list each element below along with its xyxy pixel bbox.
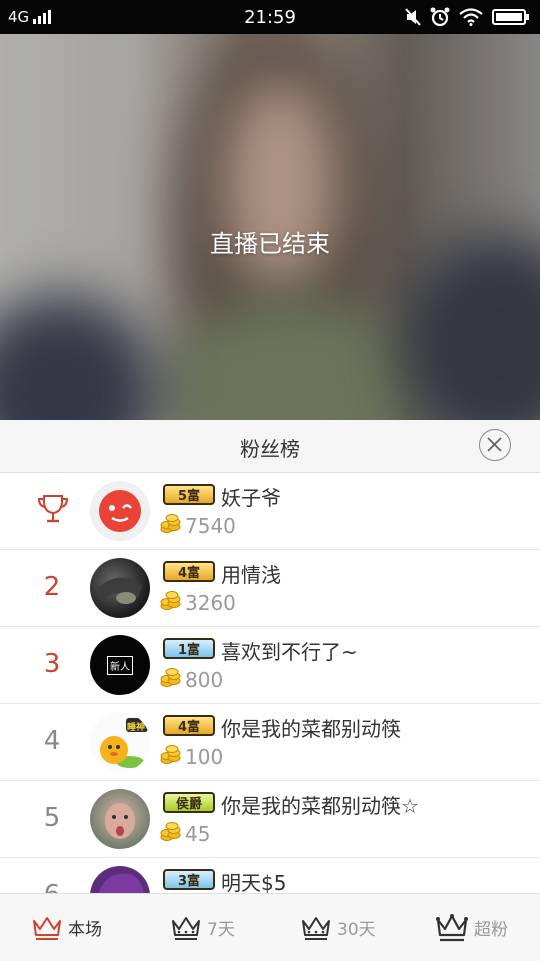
bottom-tab-bar: 本场 7天 30天 超粉 <box>0 893 540 961</box>
list-item[interactable]: 2 4富 用情浅 3260 <box>0 550 540 627</box>
rank-number: 4 <box>43 726 61 756</box>
live-video-area: 直播已结束 <box>0 34 540 420</box>
coin-count: 7540 <box>185 514 236 538</box>
panel-title: 粉丝榜 <box>240 437 300 461</box>
avatar[interactable] <box>90 866 150 893</box>
avatar-text: 睡神 <box>127 723 146 733</box>
coin-count: 45 <box>185 822 211 846</box>
wifi-icon <box>459 8 483 26</box>
crown-icon <box>172 916 200 940</box>
avatar[interactable] <box>90 558 150 618</box>
list-item[interactable]: 5 侯爵 你是我的菜都别动筷☆ 45 <box>0 781 540 858</box>
crown-icon <box>436 913 468 941</box>
close-button[interactable] <box>479 429 511 461</box>
username: 用情浅 <box>221 563 281 587</box>
tab-this-session[interactable]: 本场 <box>32 894 102 961</box>
tab-30-days[interactable]: 30天 <box>301 894 376 961</box>
coin-icon <box>160 668 181 687</box>
list-item[interactable]: 4 睡神 4富 你是我的菜都别动筷 100 <box>0 704 540 781</box>
trophy-icon <box>38 495 68 523</box>
rank-title-badge: 侯爵 <box>163 792 215 813</box>
wink-face-avatar <box>99 490 141 532</box>
wealth-badge: 4富 <box>163 561 215 582</box>
fans-ranking-list: 5富 妖子爷 7540 2 4富 用情浅 3260 3 新人 1富 喜欢到不行了… <box>0 473 540 893</box>
coin-icon <box>160 745 181 764</box>
wealth-badge: 1富 <box>163 638 215 659</box>
coin-count: 3260 <box>185 591 236 615</box>
coin-icon <box>160 514 181 533</box>
avatar-text: 新人 <box>107 655 133 675</box>
wealth-badge: 5富 <box>163 484 215 505</box>
list-item[interactable]: 6 3富 明天$5 <box>0 858 540 893</box>
alarm-icon <box>430 7 450 27</box>
rank-number: 5 <box>43 803 61 833</box>
rank-number: 2 <box>43 572 61 602</box>
fans-ranking-header: 粉丝榜 <box>0 420 540 473</box>
cartoon-avatar <box>98 873 144 893</box>
tab-label: 7天 <box>207 920 235 940</box>
tab-label: 超粉 <box>474 920 508 940</box>
username: 喜欢到不行了~ <box>221 640 358 664</box>
battery-icon <box>492 9 529 25</box>
status-bar: 4G 21:59 <box>0 0 540 34</box>
username: 你是我的菜都别动筷☆ <box>221 794 419 818</box>
live-ended-message: 直播已结束 <box>210 230 330 258</box>
list-item[interactable]: 3 新人 1富 喜欢到不行了~ 800 <box>0 627 540 704</box>
photo-avatar <box>98 577 142 604</box>
wealth-badge: 4富 <box>163 715 215 736</box>
photo-avatar <box>105 803 135 839</box>
avatar[interactable]: 新人 <box>90 635 150 695</box>
username: 明天$5 <box>221 871 287 893</box>
list-item[interactable]: 5富 妖子爷 7540 <box>0 473 540 550</box>
tab-label: 本场 <box>68 920 102 940</box>
coin-icon <box>160 822 181 841</box>
username: 你是我的菜都别动筷 <box>221 717 401 741</box>
rank-number: 6 <box>24 880 80 893</box>
crown-icon <box>302 916 330 940</box>
wealth-badge: 3富 <box>163 869 215 890</box>
avatar[interactable] <box>90 481 150 541</box>
coin-count: 100 <box>185 745 224 769</box>
username: 妖子爷 <box>221 486 281 510</box>
coin-count: 800 <box>185 668 224 692</box>
crown-icon <box>33 916 61 940</box>
tab-7-days[interactable]: 7天 <box>171 894 235 961</box>
tab-super-fans[interactable]: 超粉 <box>436 894 508 961</box>
tab-label: 30天 <box>337 920 376 940</box>
rank-number: 3 <box>43 649 61 679</box>
avatar[interactable] <box>90 789 150 849</box>
avatar[interactable]: 睡神 <box>90 712 150 772</box>
close-icon <box>487 437 502 452</box>
mute-icon <box>405 8 421 26</box>
coin-icon <box>160 591 181 610</box>
